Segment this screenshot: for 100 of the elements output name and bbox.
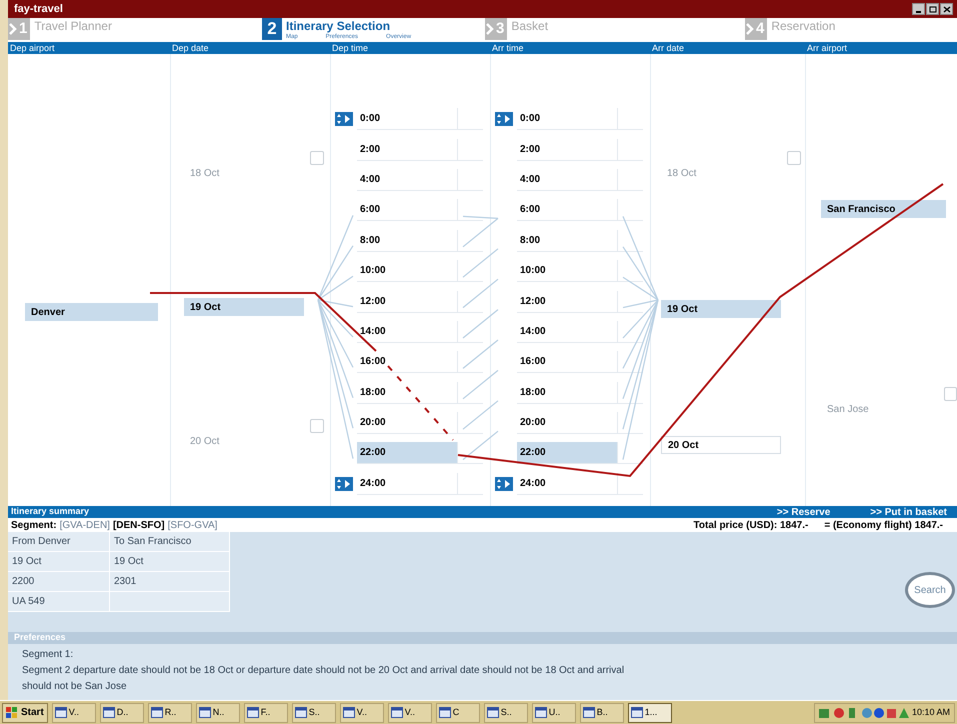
selected-option[interactable]: Denver bbox=[25, 303, 158, 321]
taskbar-item[interactable]: B.. bbox=[580, 702, 624, 722]
time-slot-cell bbox=[617, 199, 643, 222]
taskbar-item[interactable]: D.. bbox=[100, 702, 144, 722]
window-icon bbox=[438, 707, 451, 718]
close-button[interactable] bbox=[940, 3, 953, 15]
segment-link[interactable]: [GVA-DEN] bbox=[60, 518, 110, 532]
time-slot-cell bbox=[457, 320, 483, 343]
total-price: Total price (USD): 1847.- bbox=[694, 518, 808, 532]
option-checkbox[interactable] bbox=[944, 387, 957, 401]
selected-option[interactable]: 19 Oct bbox=[661, 300, 781, 318]
table-cell: 2200 bbox=[8, 572, 110, 592]
window-icon bbox=[54, 707, 67, 718]
taskbar-item[interactable]: C bbox=[436, 702, 480, 722]
column-header: Dep time bbox=[331, 42, 370, 54]
taskbar-item[interactable]: N.. bbox=[196, 702, 240, 722]
step-number: 4 bbox=[745, 18, 768, 40]
time-slot-cell bbox=[457, 382, 483, 404]
time-slot-cell bbox=[617, 168, 643, 191]
chevron-icon bbox=[486, 23, 494, 35]
window-icon bbox=[582, 707, 595, 718]
time-slot-cell bbox=[617, 412, 643, 434]
taskbar-item[interactable]: S.. bbox=[292, 702, 336, 722]
time-slot-cell bbox=[617, 351, 643, 374]
window-icon bbox=[150, 707, 163, 718]
connection-line bbox=[462, 309, 498, 338]
option-checkbox[interactable] bbox=[310, 151, 324, 165]
table-cell: To San Francisco bbox=[110, 532, 230, 552]
selected-option[interactable]: 19 Oct bbox=[184, 298, 304, 316]
table-cell: From Denver bbox=[8, 532, 110, 552]
search-button[interactable]: Search bbox=[905, 572, 955, 608]
selected-option[interactable]: San Francisco bbox=[821, 200, 946, 218]
time-slot-cell bbox=[457, 230, 483, 252]
action-link[interactable]: >> Put in basket bbox=[870, 504, 947, 520]
spinner-icon[interactable] bbox=[335, 112, 353, 126]
time-slot-cell bbox=[457, 290, 483, 313]
window-icon bbox=[630, 707, 643, 718]
time-slot-cell bbox=[617, 472, 643, 495]
segment-link[interactable]: [DEN-SFO] bbox=[112, 518, 165, 532]
column-header: Arr time bbox=[491, 42, 524, 54]
time-slot-cell bbox=[457, 412, 483, 434]
time-slot-cell bbox=[617, 320, 643, 343]
time-option[interactable]: 22:00 bbox=[357, 442, 457, 464]
action-link[interactable]: >> Reserve bbox=[776, 504, 830, 520]
spinner-icon[interactable] bbox=[335, 476, 353, 491]
time-slot-cell bbox=[457, 168, 483, 191]
taskbar-item[interactable]: V.. bbox=[388, 702, 432, 722]
connection-line bbox=[462, 248, 498, 278]
start-button[interactable]: Start bbox=[2, 702, 48, 722]
column-header: Arr date bbox=[651, 42, 686, 54]
taskbar-item[interactable]: S.. bbox=[484, 702, 528, 722]
time-option[interactable]: 22:00 bbox=[517, 442, 617, 464]
column-header: Dep date bbox=[171, 42, 210, 54]
taskbar-item[interactable]: V.. bbox=[340, 702, 384, 722]
connection-line bbox=[462, 430, 498, 460]
taskbar-item[interactable]: R.. bbox=[148, 702, 192, 722]
time-slot-cell bbox=[457, 442, 483, 464]
connection-line bbox=[462, 400, 498, 430]
window-icon bbox=[102, 707, 115, 718]
maximize-icon bbox=[928, 6, 936, 12]
connection-line bbox=[462, 370, 498, 400]
segment-label: Segment: bbox=[11, 518, 57, 532]
time-slot-cell bbox=[617, 108, 643, 130]
option[interactable]: 20 Oct bbox=[661, 436, 781, 454]
time-slot-cell bbox=[457, 260, 483, 282]
minimize-button[interactable] bbox=[912, 3, 925, 15]
time-slot-cell bbox=[617, 382, 643, 404]
taskbar-item[interactable]: F.. bbox=[244, 702, 288, 722]
window-icon bbox=[486, 707, 499, 718]
segment-link[interactable]: [SFO-GVA] bbox=[168, 518, 218, 532]
table-cell: UA 549 bbox=[8, 592, 110, 612]
time-slot-cell bbox=[617, 260, 643, 282]
time-slot-cell bbox=[457, 138, 483, 161]
table-cell: 19 Oct bbox=[8, 552, 110, 572]
window-icon bbox=[534, 707, 547, 718]
preferences-title: Preferences bbox=[14, 631, 66, 644]
window-title: fay-travel bbox=[14, 2, 63, 17]
spinner-icon[interactable] bbox=[495, 112, 513, 126]
clock: 10:10 AM bbox=[912, 706, 950, 719]
step-number: 2 bbox=[262, 18, 282, 40]
column-header: Dep airport bbox=[9, 42, 56, 54]
windows-logo-icon bbox=[6, 707, 18, 718]
taskbar-item[interactable]: V.. bbox=[52, 702, 96, 722]
taskbar-item[interactable]: U.. bbox=[532, 702, 576, 722]
time-slot-cell bbox=[457, 351, 483, 374]
taskbar-item[interactable]: 1... bbox=[628, 702, 672, 722]
column-header: Arr airport bbox=[806, 42, 848, 54]
summary-title: Itinerary summary bbox=[11, 505, 90, 518]
chevron-icon bbox=[746, 23, 754, 35]
option-checkbox[interactable] bbox=[310, 419, 324, 433]
window-icon bbox=[198, 707, 211, 718]
window-icon bbox=[294, 707, 307, 718]
preference-text: Segment 1: bbox=[22, 648, 74, 661]
time-slot-cell bbox=[617, 230, 643, 252]
time-slot-cell bbox=[457, 199, 483, 222]
table-cell: 19 Oct bbox=[110, 552, 230, 572]
spinner-icon[interactable] bbox=[495, 476, 513, 491]
option-checkbox[interactable] bbox=[787, 151, 801, 165]
maximize-button[interactable] bbox=[926, 3, 939, 15]
table-cell: 2301 bbox=[110, 572, 230, 592]
